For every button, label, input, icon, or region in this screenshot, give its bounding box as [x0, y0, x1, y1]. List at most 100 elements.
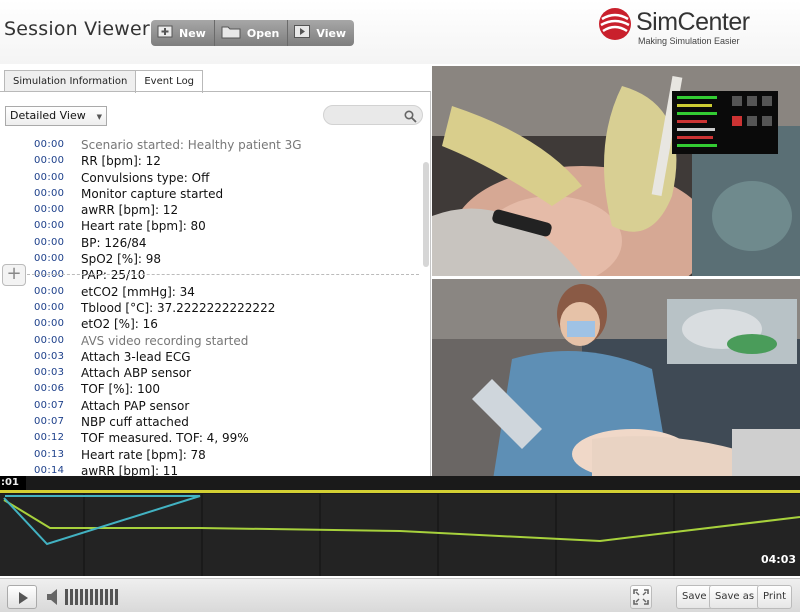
plus-icon: +: [6, 263, 22, 284]
app-title: Session Viewer: [4, 18, 150, 40]
fullscreen-button[interactable]: [630, 585, 652, 609]
log-time: 00:13: [34, 448, 65, 460]
log-time: 00:00: [34, 139, 65, 150]
tab-event-log[interactable]: Event Log: [135, 70, 204, 93]
tab-simulation-information[interactable]: Simulation Information: [4, 70, 137, 92]
timeline-progress-bar: [0, 490, 800, 493]
playback-controls: Save Save as Print: [0, 578, 800, 612]
volume-slider[interactable]: [65, 587, 120, 607]
save-as-button[interactable]: Save as: [709, 585, 761, 609]
log-time: 00:00: [34, 204, 65, 216]
fullscreen-icon: [633, 589, 649, 605]
log-row[interactable]: 00:13 Heart rate [bpm]: 78: [28, 447, 423, 463]
log-message: Tblood [°C]: 37.2222222222222: [81, 300, 276, 315]
log-row[interactable]: 00:00 awRR [bpm]: 12: [28, 202, 423, 218]
log-row[interactable]: 00:12 TOF measured. TOF: 4, 99%: [28, 430, 423, 446]
toolbar: New Open View: [151, 20, 355, 46]
log-time: 00:00: [34, 187, 65, 199]
log-row[interactable]: 00:00 Tblood [°C]: 37.2222222222222: [28, 300, 423, 316]
speaker-icon: [47, 589, 57, 605]
simcenter-brand: SimCenter Making Simulation Easier: [598, 6, 794, 48]
log-row[interactable]: 00:00 Heart rate [bpm]: 80: [28, 218, 423, 234]
event-log-list: 00:00 Scenario started: Healthy patient 3…: [28, 137, 423, 487]
log-message: Convulsions type: Off: [81, 170, 210, 185]
log-message: AVS video recording started: [81, 333, 249, 348]
log-message: Scenario started: Healthy patient 3G: [81, 138, 302, 152]
play-button[interactable]: [7, 585, 37, 609]
vitals-trend-graph: [0, 494, 800, 576]
log-time: 00:00: [34, 285, 65, 297]
log-row[interactable]: 00:00 Monitor capture started: [28, 186, 423, 202]
folder-icon: [221, 25, 241, 42]
log-message: NBP cuff attached: [81, 415, 189, 430]
log-time: 00:07: [34, 399, 65, 411]
log-row[interactable]: 00:07 Attach PAP sensor: [28, 398, 423, 414]
marker-line: [27, 274, 419, 275]
chevron-down-icon: ▼: [96, 113, 102, 121]
timeline-track[interactable]: :01 04:03: [0, 476, 800, 576]
log-message: Heart rate [bpm]: 80: [81, 219, 206, 234]
log-time: 00:00: [34, 334, 65, 346]
session-viewer-window: Session Viewer New Open View SimCenter M…: [0, 0, 800, 612]
log-message: PAP: 25/10: [81, 268, 146, 283]
view-mode-value: Detailed View: [10, 109, 86, 122]
log-row[interactable]: 00:00 etO2 [%]: 16: [28, 316, 423, 332]
timeline-end-time: 04:03: [760, 553, 796, 566]
log-row[interactable]: 00:00 SpO2 [%]: 98: [28, 251, 423, 267]
video-frame-room: [432, 279, 800, 486]
log-time: 00:06: [34, 383, 65, 395]
log-row[interactable]: 00:00 Scenario started: Healthy patient 3…: [28, 137, 423, 153]
log-row[interactable]: 00:00 BP: 126/84: [28, 235, 423, 251]
play-icon: [294, 25, 311, 41]
log-row[interactable]: 00:00 AVS video recording started: [28, 333, 423, 349]
view-mode-select[interactable]: Detailed View ▼: [5, 106, 107, 126]
video-feed-bottom[interactable]: [432, 279, 800, 486]
log-row[interactable]: 00:00 RR [bpm]: 12: [28, 153, 423, 169]
search-input[interactable]: [323, 105, 423, 125]
log-time: 00:00: [34, 301, 65, 313]
header: Session Viewer New Open View SimCenter M…: [0, 0, 800, 64]
log-time: 00:03: [34, 367, 65, 379]
volume-level-icon: [65, 589, 118, 605]
simcenter-logo-icon: [599, 8, 631, 40]
log-time: 00:00: [34, 155, 65, 167]
log-row[interactable]: 00:03 Attach 3-lead ECG: [28, 349, 423, 365]
save-button[interactable]: Save: [676, 585, 713, 609]
new-button-label: New: [179, 26, 206, 40]
log-scrollbar[interactable]: [423, 162, 429, 267]
log-row[interactable]: 00:00 PAP: 25/10: [28, 267, 423, 283]
video-frame-intubation: [432, 66, 800, 276]
search-icon: [404, 108, 417, 127]
add-marker-button[interactable]: +: [2, 264, 26, 286]
view-button[interactable]: View: [288, 20, 355, 46]
log-message: TOF measured. TOF: 4, 99%: [81, 431, 249, 446]
view-button-label: View: [316, 26, 347, 40]
log-time: 00:03: [34, 350, 65, 362]
open-button[interactable]: Open: [214, 20, 289, 46]
log-message: Attach 3-lead ECG: [81, 349, 191, 364]
log-message: SpO2 [%]: 98: [81, 252, 162, 267]
log-row[interactable]: 00:00 Convulsions type: Off: [28, 170, 423, 186]
speaker-button[interactable]: [45, 587, 63, 607]
new-button[interactable]: New: [151, 20, 215, 46]
log-message: awRR [bpm]: 12: [81, 203, 179, 218]
log-message: etO2 [%]: 16: [81, 317, 158, 332]
log-message: etCO2 [mmHg]: 34: [81, 284, 195, 299]
log-row[interactable]: 00:00 etCO2 [mmHg]: 34: [28, 284, 423, 300]
log-row[interactable]: 00:06 TOF [%]: 100: [28, 381, 423, 397]
video-feed-top[interactable]: [432, 66, 800, 276]
print-button[interactable]: Print: [757, 585, 793, 609]
log-time: 00:00: [34, 318, 65, 330]
log-message: TOF [%]: 100: [81, 382, 161, 397]
log-time: 00:00: [34, 236, 65, 248]
log-time: 00:00: [34, 253, 65, 265]
log-row[interactable]: 00:07 NBP cuff attached: [28, 414, 423, 430]
log-message: Attach ABP sensor: [81, 366, 192, 381]
log-time: 00:12: [34, 432, 65, 444]
tab-bar: Simulation Information Event Log: [4, 70, 204, 93]
log-message: BP: 126/84: [81, 235, 147, 250]
event-log-panel: Detailed View ▼ 00:00 Scenario started: H…: [0, 91, 431, 487]
log-message: Heart rate [bpm]: 78: [81, 447, 206, 462]
log-message: RR [bpm]: 12: [81, 154, 161, 169]
log-row[interactable]: 00:03 Attach ABP sensor: [28, 365, 423, 381]
